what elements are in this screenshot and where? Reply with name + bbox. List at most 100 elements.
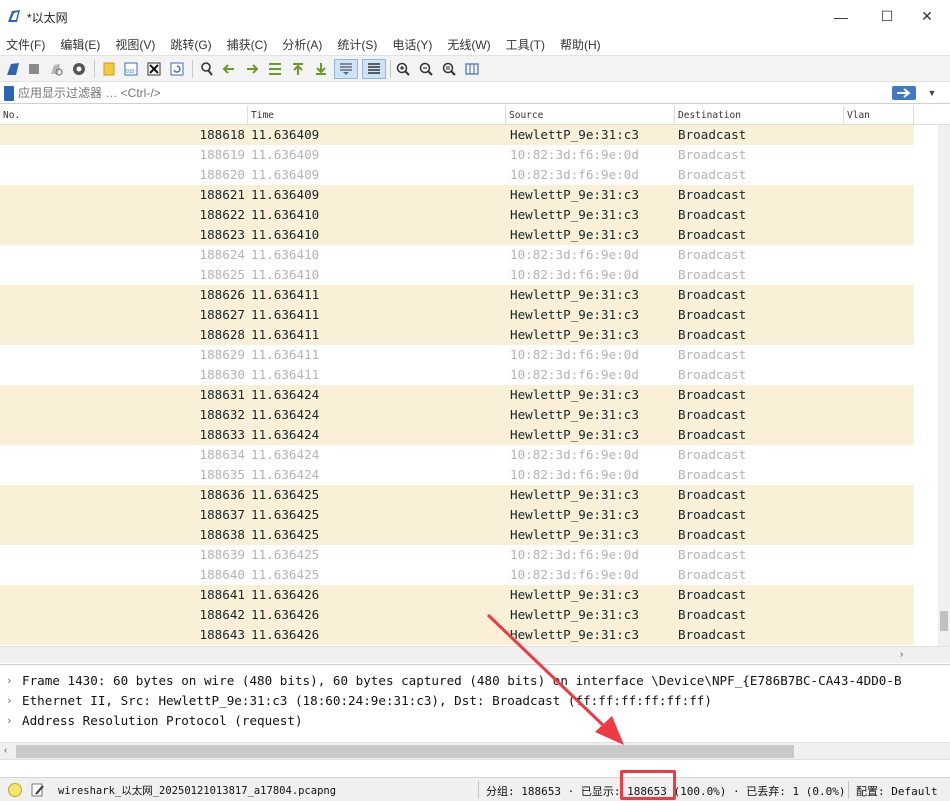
capture-options-icon[interactable] [69,59,89,79]
go-forward-icon[interactable] [242,59,262,79]
autoscroll-icon[interactable] [334,59,358,79]
packet-list-vertical-scrollbar[interactable] [938,125,950,646]
packet-row[interactable]: 188641 11.636426 HewlettP_9e:31:c3 Broadcas… [0,585,914,605]
packet-row[interactable]: 188621 11.636409 HewlettP_9e:31:c3 Broadcas… [0,185,914,205]
scrollbar-thumb[interactable] [940,611,948,631]
menu-wireless[interactable]: 无线(W) [447,36,490,53]
close-button[interactable]: ✕ [904,0,950,33]
menu-file[interactable]: 文件(F) [6,36,45,53]
packet-row[interactable]: 188640 11.636425 10:82:3d:f6:9e:0d Broadcas… [0,565,914,585]
packet-details: › Frame 1430: 60 bytes on wire (480 bits… [0,664,950,742]
packet-rows: 188618 11.636409 HewlettP_9e:31:c3 Broadcas… [0,125,914,645]
packet-row[interactable]: 188625 11.636410 10:82:3d:f6:9e:0d Broadcas… [0,265,914,285]
packet-destination: Broadcast [678,447,747,462]
packet-row[interactable]: 188635 11.636424 10:82:3d:f6:9e:0d Broadcas… [0,465,914,485]
chevron-left-icon[interactable]: ‹ [4,745,7,756]
close-file-icon[interactable] [144,59,164,79]
menu-help[interactable]: 帮助(H) [560,36,601,53]
apply-filter-button[interactable] [892,86,916,100]
open-file-icon[interactable] [99,59,119,79]
go-first-icon[interactable] [288,59,308,79]
detail-row-ethernet[interactable]: › Ethernet II, Src: HewlettP_9e:31:c3 (1… [0,691,950,711]
packet-row[interactable]: 188624 11.636410 10:82:3d:f6:9e:0d Broadcas… [0,245,914,265]
packet-destination: Broadcast [678,467,747,482]
column-header-no[interactable]: No. [0,106,248,125]
packet-no: 188623 [199,227,246,242]
menu-go[interactable]: 跳转(G) [170,36,211,53]
packet-row[interactable]: 188628 11.636411 HewlettP_9e:31:c3 Broadcas… [0,325,914,345]
packet-no: 188643 [199,627,246,642]
bookmark-icon[interactable] [4,86,14,101]
packet-row[interactable]: 188633 11.636424 HewlettP_9e:31:c3 Broadcas… [0,425,914,445]
packet-list[interactable]: No. Time Source Destination Vlan 188618 1… [0,106,950,646]
packet-row[interactable]: 188627 11.636411 HewlettP_9e:31:c3 Broadcas… [0,305,914,325]
detail-row-arp[interactable]: › Address Resolution Protocol (request) [0,711,950,731]
shark-fin-start-icon[interactable] [3,59,23,79]
packet-row[interactable]: 188623 11.636410 HewlettP_9e:31:c3 Broadcas… [0,225,914,245]
packet-list-horizontal-scrollbar[interactable]: › [0,646,950,663]
zoom-out-icon[interactable] [416,59,436,79]
zoom-in-icon[interactable] [393,59,413,79]
column-header-time[interactable]: Time [248,106,506,125]
find-packet-icon[interactable] [197,59,217,79]
scrollbar-thumb[interactable] [16,745,794,758]
zoom-normal-icon[interactable] [439,59,459,79]
packet-row[interactable]: 188631 11.636424 HewlettP_9e:31:c3 Broadcas… [0,385,914,405]
packet-time: 11.636425 [251,487,320,502]
column-header-vlan[interactable]: Vlan [844,106,914,125]
packet-row[interactable]: 188637 11.636425 HewlettP_9e:31:c3 Broadcas… [0,505,914,525]
annotation-highlight-box [620,770,676,800]
column-header-destination[interactable]: Destination [675,106,844,125]
packet-row[interactable]: 188643 11.636426 HewlettP_9e:31:c3 Broadcas… [0,625,914,645]
packet-row[interactable]: 188636 11.636425 HewlettP_9e:31:c3 Broadcas… [0,485,914,505]
packet-row[interactable]: 188630 11.636411 10:82:3d:f6:9e:0d Broadcas… [0,365,914,385]
reload-icon[interactable] [167,59,187,79]
packet-row[interactable]: 188632 11.636424 HewlettP_9e:31:c3 Broadcas… [0,405,914,425]
packet-row[interactable]: 188618 11.636409 HewlettP_9e:31:c3 Broadcas… [0,125,914,145]
profile-selector[interactable]: 配置: Default [856,783,938,799]
column-header-source[interactable]: Source [506,106,675,125]
go-back-icon[interactable] [219,59,239,79]
packet-row[interactable]: 188638 11.636425 HewlettP_9e:31:c3 Broadcas… [0,525,914,545]
chevron-right-icon[interactable]: › [6,691,13,711]
menu-tools[interactable]: 工具(T) [506,36,545,53]
restart-icon[interactable] [46,59,66,79]
packet-no: 188637 [199,507,246,522]
detail-row-frame[interactable]: › Frame 1430: 60 bytes on wire (480 bits… [0,671,950,691]
menu-analyze[interactable]: 分析(A) [282,36,322,53]
save-file-icon[interactable]: 010 [121,59,141,79]
chevron-right-icon[interactable]: › [6,711,13,731]
menu-telephony[interactable]: 电话(Y) [392,36,432,53]
packet-no: 188618 [199,127,246,142]
chevron-down-icon[interactable]: ▼ [922,85,942,101]
resize-columns-icon[interactable] [462,59,482,79]
colorize-icon[interactable] [362,59,386,79]
chevron-right-icon[interactable]: › [6,671,13,691]
packet-source: 10:82:3d:f6:9e:0d [510,347,639,362]
packet-row[interactable]: 188642 11.636426 HewlettP_9e:31:c3 Broadcas… [0,605,914,625]
go-to-packet-icon[interactable] [265,59,285,79]
capture-comment-icon[interactable] [30,782,46,798]
packet-source: 10:82:3d:f6:9e:0d [510,367,639,382]
packet-row[interactable]: 188634 11.636424 10:82:3d:f6:9e:0d Broadcas… [0,445,914,465]
menu-view[interactable]: 视图(V) [115,36,155,53]
menu-edit[interactable]: 编辑(E) [60,36,100,53]
packet-row[interactable]: 188620 11.636409 10:82:3d:f6:9e:0d Broadcas… [0,165,914,185]
packet-row[interactable]: 188622 11.636410 HewlettP_9e:31:c3 Broadcas… [0,205,914,225]
display-filter-input[interactable] [18,84,886,102]
menu-statistics[interactable]: 统计(S) [337,36,377,53]
packet-row[interactable]: 188619 11.636409 10:82:3d:f6:9e:0d Broadcas… [0,145,914,165]
packet-row[interactable]: 188629 11.636411 10:82:3d:f6:9e:0d Broadcas… [0,345,914,365]
packet-row[interactable]: 188626 11.636411 HewlettP_9e:31:c3 Broadcas… [0,285,914,305]
packet-row[interactable]: 188639 11.636425 10:82:3d:f6:9e:0d Broadcas… [0,545,914,565]
minimize-button[interactable]: — [818,0,864,33]
packet-destination: Broadcast [678,327,747,342]
go-last-icon[interactable] [311,59,331,79]
stop-icon[interactable] [24,59,44,79]
packet-source: 10:82:3d:f6:9e:0d [510,567,639,582]
chevron-right-icon[interactable]: › [900,649,903,660]
packet-source: HewlettP_9e:31:c3 [510,627,639,642]
details-horizontal-scrollbar[interactable]: ‹ [0,742,950,759]
expert-info-icon[interactable] [8,783,22,797]
menu-capture[interactable]: 捕获(C) [227,36,268,53]
